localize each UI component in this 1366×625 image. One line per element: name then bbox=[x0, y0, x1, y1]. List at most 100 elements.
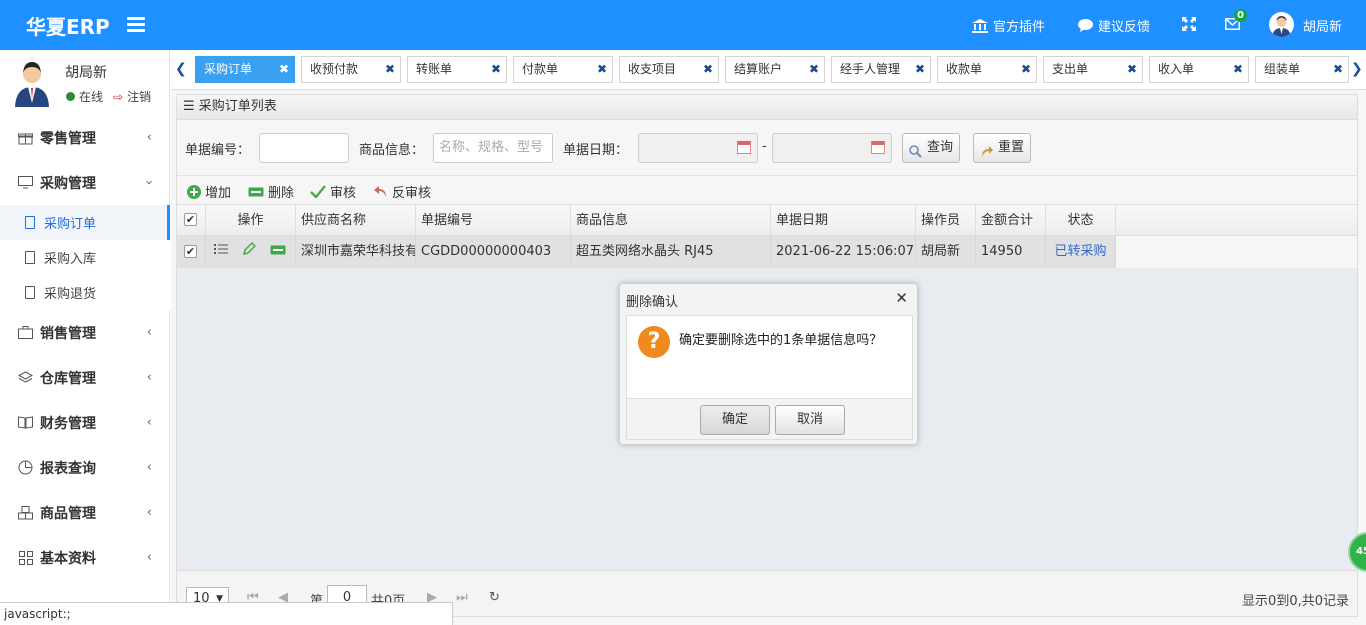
chevron-left-icon: ‹ bbox=[146, 325, 152, 340]
tab-expense[interactable]: 支出单 ✖ bbox=[1043, 56, 1143, 83]
col-supplier[interactable]: 供应商名称 bbox=[296, 205, 416, 236]
logout-link[interactable]: 注销 bbox=[127, 88, 151, 105]
dialog-message: 确定要删除选中的1条单据信息吗？ bbox=[679, 333, 883, 348]
edit-pencil-icon[interactable] bbox=[242, 236, 257, 267]
close-icon[interactable]: ✖ bbox=[915, 57, 925, 82]
fullscreen-icon[interactable] bbox=[1182, 17, 1196, 31]
avatar[interactable] bbox=[1269, 12, 1294, 37]
logout-icon[interactable]: ⇨ bbox=[113, 90, 123, 104]
layers-icon bbox=[17, 370, 34, 385]
select-all-checkbox[interactable]: ✔ bbox=[184, 213, 197, 226]
sidebar: 胡局新 在线 ⇨ 注销 零售管理 ‹ 采购管理 ‹ 采购订单 采购入库 采购退货… bbox=[0, 50, 170, 625]
row-checkbox[interactable]: ✔ bbox=[184, 245, 197, 258]
menu-finance[interactable]: 财务管理 ‹ bbox=[0, 400, 170, 445]
menu-retail[interactable]: 零售管理 ‹ bbox=[0, 115, 170, 160]
minus-icon bbox=[248, 187, 264, 196]
menu-sales[interactable]: 销售管理 ‹ bbox=[0, 310, 170, 355]
message-count-badge: 0 bbox=[1234, 9, 1247, 22]
reset-button[interactable]: 重置 bbox=[973, 133, 1032, 163]
col-date[interactable]: 单据日期 bbox=[771, 205, 916, 236]
query-button[interactable]: 查询 bbox=[902, 133, 961, 163]
tab-payment[interactable]: 付款单 ✖ bbox=[513, 56, 613, 83]
last-page-icon[interactable]: ⏭ bbox=[456, 590, 468, 605]
end-date-input[interactable] bbox=[772, 133, 892, 163]
add-button[interactable]: 增加 bbox=[187, 182, 231, 201]
tab-scroll-left-icon[interactable]: ❮ bbox=[175, 61, 187, 77]
chevron-left-icon: ‹ bbox=[146, 505, 152, 520]
calendar-icon[interactable] bbox=[871, 141, 885, 154]
tab-receivable[interactable]: 收预付款 ✖ bbox=[301, 56, 401, 83]
start-date-input[interactable] bbox=[638, 133, 758, 163]
cancel-button[interactable]: 取消 bbox=[775, 405, 845, 435]
number-input[interactable] bbox=[259, 133, 349, 163]
tab-settlement-account[interactable]: 结算账户 ✖ bbox=[725, 56, 825, 83]
tab-label: 结算账户 bbox=[734, 62, 783, 76]
page-summary: 显示0到0,共0记录 bbox=[1242, 594, 1349, 609]
submenu-purchase-return[interactable]: 采购退货 bbox=[0, 275, 170, 310]
close-icon[interactable]: ✖ bbox=[1127, 57, 1137, 82]
close-icon[interactable]: ✖ bbox=[809, 57, 819, 82]
plus-icon bbox=[187, 184, 201, 199]
top-header: 华夏ERP 官方插件 建议反馈 0 胡局新 bbox=[0, 0, 1366, 50]
grid-icon bbox=[17, 550, 34, 565]
close-icon[interactable]: ✖ bbox=[1233, 57, 1243, 82]
delete-button[interactable]: 删除 bbox=[248, 182, 294, 201]
unaudit-button[interactable]: 反审核 bbox=[373, 182, 431, 201]
goods-input[interactable]: 名称、规格、型号 bbox=[433, 133, 553, 163]
feedback-link[interactable]: 建议反馈 bbox=[1078, 16, 1150, 35]
tab-handler-management[interactable]: 经手人管理 ✖ bbox=[831, 56, 931, 83]
tab-income[interactable]: 收入单 ✖ bbox=[1149, 56, 1249, 83]
tab-receipt[interactable]: 收款单 ✖ bbox=[937, 56, 1037, 83]
close-icon[interactable]: ✕ bbox=[895, 289, 908, 307]
cell-status[interactable]: 已转采购 bbox=[1046, 236, 1116, 267]
tab-label: 付款单 bbox=[522, 62, 559, 76]
table-row[interactable]: ✔ 深圳市嘉荣华科技有限公司 CGDD00000000403 超五类网络水晶头 … bbox=[177, 236, 1116, 268]
close-icon[interactable]: ✖ bbox=[385, 57, 395, 82]
tab-assembly[interactable]: 组装单 ✖ bbox=[1255, 56, 1349, 83]
status-label: 在线 bbox=[79, 90, 104, 104]
audit-button[interactable]: 审核 bbox=[310, 182, 356, 201]
list-icon[interactable] bbox=[214, 236, 228, 267]
menu-basic-data[interactable]: 基本资料 ‹ bbox=[0, 535, 170, 580]
col-goods[interactable]: 商品信息 bbox=[571, 205, 771, 236]
menu-label: 商品管理 bbox=[40, 505, 96, 522]
plugins-link[interactable]: 官方插件 bbox=[972, 16, 1045, 35]
submenu-purchase-in[interactable]: 采购入库 bbox=[0, 240, 170, 275]
tab-scroll-right-icon[interactable]: ❯ bbox=[1351, 61, 1363, 77]
date-separator: - bbox=[762, 139, 767, 154]
menu-warehouse[interactable]: 仓库管理 ‹ bbox=[0, 355, 170, 400]
menu-purchase[interactable]: 采购管理 ‹ bbox=[0, 160, 170, 205]
tab-transfer[interactable]: 转账单 ✖ bbox=[407, 56, 507, 83]
close-icon[interactable]: ✖ bbox=[1333, 57, 1343, 82]
col-amount[interactable]: 金额合计 bbox=[976, 205, 1046, 236]
menu-label: 采购管理 bbox=[40, 175, 96, 192]
search-bar: 单据编号： 商品信息： 名称、规格、型号 单据日期： - 查询 重置 bbox=[177, 120, 1357, 175]
menu-reports[interactable]: 报表查询 ‹ bbox=[0, 445, 170, 490]
tab-label: 转账单 bbox=[416, 62, 453, 76]
close-icon[interactable]: ✖ bbox=[279, 57, 289, 82]
close-icon[interactable]: ✖ bbox=[1021, 57, 1031, 82]
submenu-label: 采购入库 bbox=[44, 252, 97, 267]
close-icon[interactable]: ✖ bbox=[597, 57, 607, 82]
online-dot-icon bbox=[66, 92, 75, 101]
col-operator[interactable]: 操作员 bbox=[916, 205, 976, 236]
close-icon[interactable]: ✖ bbox=[491, 57, 501, 82]
chevron-left-icon: ‹ bbox=[146, 550, 152, 565]
delete-row-icon[interactable] bbox=[270, 236, 286, 267]
redo-icon bbox=[980, 141, 994, 169]
confirm-button[interactable]: 确定 bbox=[700, 405, 770, 435]
calendar-icon[interactable] bbox=[737, 141, 751, 154]
menu-toggle-icon[interactable] bbox=[127, 14, 145, 34]
tab-income-expense-items[interactable]: 收支项目 ✖ bbox=[619, 56, 719, 83]
header-username[interactable]: 胡局新 bbox=[1303, 16, 1342, 35]
app-logo[interactable]: 华夏ERP bbox=[26, 11, 110, 40]
tab-purchase-order[interactable]: 采购订单 ✖ bbox=[195, 56, 295, 83]
close-icon[interactable]: ✖ bbox=[703, 57, 713, 82]
refresh-icon[interactable]: ↻ bbox=[489, 590, 500, 605]
menu-goods[interactable]: 商品管理 ‹ bbox=[0, 490, 170, 535]
reset-label: 重置 bbox=[998, 140, 1025, 155]
col-number[interactable]: 单据编号 bbox=[416, 205, 571, 236]
submenu-purchase-order[interactable]: 采购订单 bbox=[0, 205, 170, 240]
comment-icon bbox=[1078, 19, 1093, 32]
col-status[interactable]: 状态 bbox=[1046, 205, 1116, 236]
